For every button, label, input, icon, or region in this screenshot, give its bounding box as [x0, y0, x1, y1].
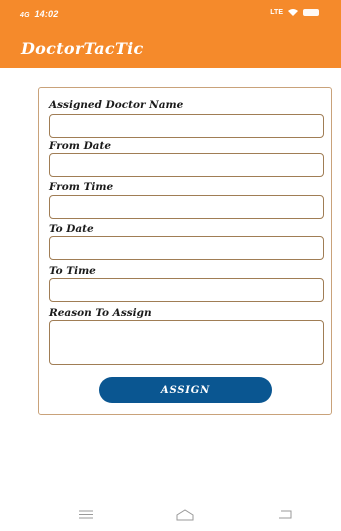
back-icon[interactable]: [277, 508, 293, 520]
app-title: DoctorTacTic: [21, 39, 144, 58]
assign-button[interactable]: ASSIGN: [99, 377, 272, 403]
lte-label: LTE: [270, 9, 283, 16]
app-bar: DoctorTacTic: [0, 32, 341, 68]
assign-doctor-form: Assigned Doctor Name From Date From Time…: [38, 87, 332, 415]
status-icons: LTE: [270, 8, 319, 17]
wifi-icon: [288, 9, 298, 16]
reason-to-assign-input[interactable]: [49, 320, 324, 365]
system-nav-bar: [0, 500, 341, 531]
to-date-input[interactable]: [49, 236, 324, 260]
reason-to-assign-label: Reason To Assign: [49, 307, 152, 319]
status-bar: 4G 14:02 LTE: [0, 0, 341, 32]
signal-icon: 4G: [20, 12, 30, 19]
home-icon[interactable]: [175, 508, 195, 521]
from-time-label: From Time: [49, 181, 114, 193]
assigned-doctor-name-label: Assigned Doctor Name: [49, 99, 184, 111]
to-time-input[interactable]: [49, 278, 324, 302]
from-date-input[interactable]: [49, 153, 324, 177]
status-time: 4G 14:02: [20, 9, 59, 19]
menu-icon[interactable]: [78, 508, 94, 520]
to-time-label: To Time: [49, 265, 96, 277]
to-date-label: To Date: [49, 223, 94, 235]
assigned-doctor-name-input[interactable]: [49, 114, 324, 138]
battery-icon: [303, 9, 319, 16]
from-date-label: From Date: [49, 140, 112, 152]
from-time-input[interactable]: [49, 195, 324, 219]
